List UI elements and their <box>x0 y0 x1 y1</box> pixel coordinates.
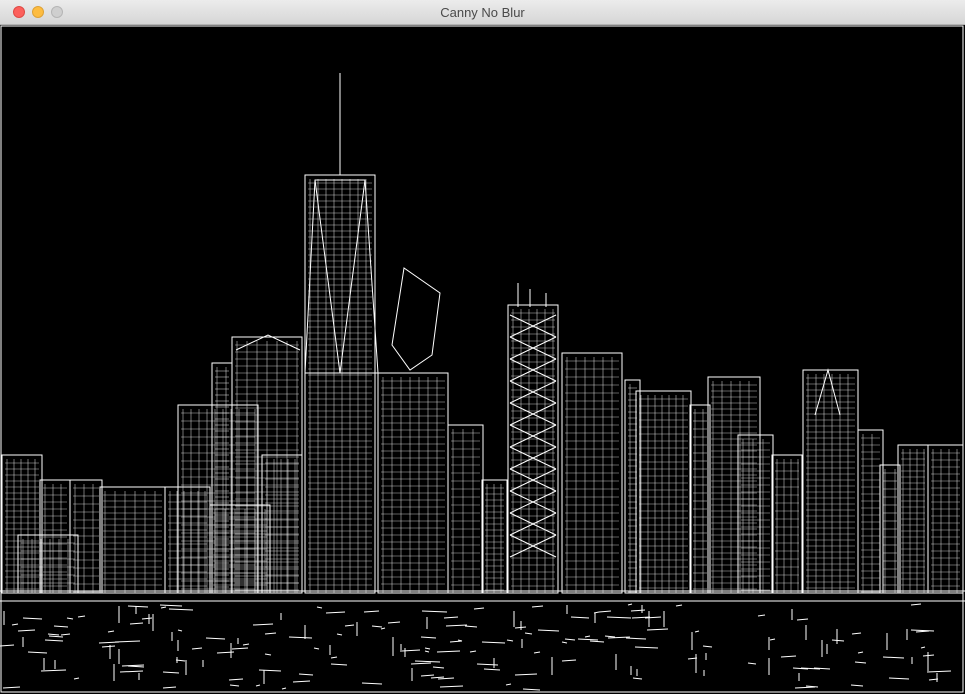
image-canvas <box>0 25 965 694</box>
window-title: Canny No Blur <box>440 5 525 20</box>
app-window: Canny No Blur <box>0 0 965 694</box>
title-bar[interactable]: Canny No Blur <box>0 0 965 25</box>
edge-detected-skyline-image <box>0 25 965 694</box>
